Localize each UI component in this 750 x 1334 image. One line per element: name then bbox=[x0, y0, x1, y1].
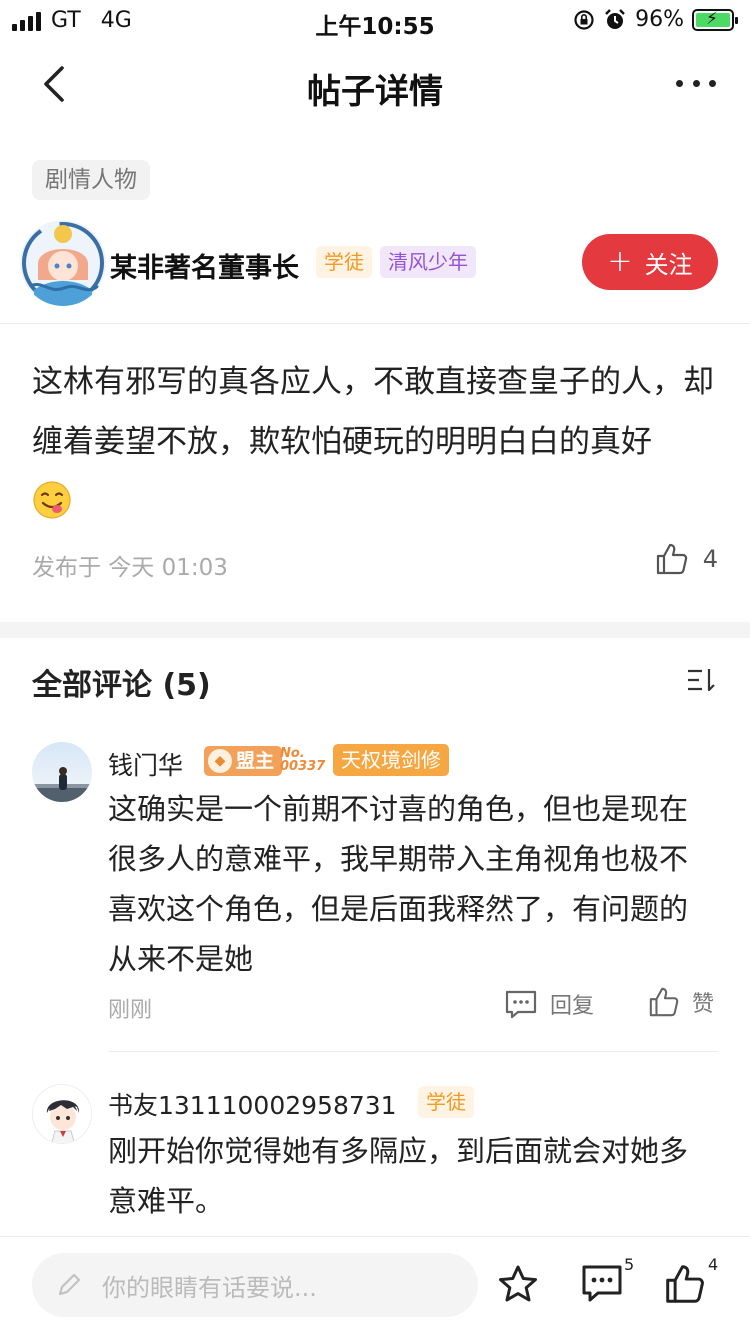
league-number: No. 00337 bbox=[280, 742, 325, 778]
like-count: 4 bbox=[708, 1255, 719, 1274]
title-badge: 清风少年 bbox=[380, 246, 476, 278]
reply-button[interactable]: 回复 bbox=[504, 988, 594, 1020]
divider bbox=[0, 323, 750, 324]
reply-label: 回复 bbox=[550, 994, 595, 1019]
comments-count: 5 bbox=[624, 1255, 635, 1274]
battery-icon: ⚡ bbox=[692, 8, 738, 31]
post-content: 这林有邪写的真各应人，不敢直接查皇子的人，却缠着姜望不放，欺软怕硬玩的明明白白的… bbox=[32, 352, 722, 540]
plus-icon: + bbox=[607, 244, 633, 279]
commenter-name[interactable]: 钱门华 bbox=[108, 746, 183, 782]
comment-icon bbox=[505, 990, 537, 1019]
sort-icon bbox=[688, 669, 715, 692]
commenter-avatar[interactable] bbox=[32, 742, 92, 802]
author-name[interactable]: 某非著名董事长 bbox=[110, 246, 299, 285]
more-dot-icon bbox=[709, 79, 716, 87]
comment-input[interactable]: 你的眼睛有话要说... bbox=[32, 1253, 478, 1317]
comment-like-label: 赞 bbox=[692, 992, 715, 1017]
league-badge-label: 盟主 bbox=[236, 750, 275, 772]
comment-input-placeholder: 你的眼睛有话要说... bbox=[102, 1273, 317, 1302]
realm-badge: 天权境剑修 bbox=[333, 744, 449, 776]
status-bar-right: 96% ⚡ bbox=[573, 7, 738, 32]
thumbs-up-icon bbox=[649, 987, 679, 1017]
more-dot-icon bbox=[692, 79, 700, 87]
pencil-icon bbox=[58, 1273, 81, 1296]
post-like-button[interactable]: 4 bbox=[655, 542, 718, 576]
comments-title: 全部评论 (5) bbox=[32, 668, 211, 703]
yum-emoji-icon bbox=[32, 480, 72, 540]
hexagon-icon: ◆ bbox=[208, 749, 232, 773]
comment-text: 这确实是一个前期不讨喜的角色，但也是现在很多人的意难平，我早期带入主角视角也极不… bbox=[108, 792, 689, 976]
back-button[interactable] bbox=[32, 60, 80, 108]
bottom-bar: 你的眼睛有话要说... 5 4 bbox=[0, 1236, 750, 1334]
follow-label: 关注 bbox=[644, 250, 693, 279]
level-badge: 学徒 bbox=[418, 1086, 474, 1118]
comments-button[interactable] bbox=[580, 1263, 624, 1307]
category-tag[interactable]: 剧情人物 bbox=[32, 160, 150, 200]
sort-button[interactable] bbox=[686, 666, 718, 694]
post-text: 这林有邪写的真各应人，不敢直接查皇子的人，却缠着姜望不放，欺软怕硬玩的明明白白的… bbox=[32, 364, 714, 460]
thumbs-up-icon bbox=[656, 543, 687, 575]
rotation-lock-icon bbox=[574, 9, 594, 30]
alarm-icon bbox=[605, 8, 625, 29]
chevron-left-icon bbox=[44, 66, 64, 102]
nav-bar: 帖子详情 bbox=[0, 44, 750, 124]
comment-divider bbox=[108, 1051, 718, 1052]
league-badge: ◆ 盟主 bbox=[204, 746, 283, 776]
page-title: 帖子详情 bbox=[307, 72, 443, 112]
post-like-count: 4 bbox=[702, 545, 718, 573]
like-button[interactable] bbox=[664, 1263, 706, 1309]
comment-text: 刚开始你觉得她有多隔应，到后面就会对她多意难平。 bbox=[108, 1134, 689, 1218]
favorite-button[interactable] bbox=[496, 1263, 540, 1311]
author-row: 某非著名董事长 学徒 清风少年 + 关注 bbox=[20, 218, 720, 308]
more-dot-icon bbox=[676, 79, 683, 87]
thumbs-up-icon bbox=[666, 1265, 704, 1303]
post-publish-time: 发布于 今天 01:03 bbox=[32, 555, 228, 581]
section-separator bbox=[0, 622, 750, 638]
comment-time: 刚刚 bbox=[108, 998, 153, 1023]
more-button[interactable] bbox=[676, 68, 716, 98]
author-avatar[interactable] bbox=[20, 220, 106, 306]
commenter-avatar[interactable] bbox=[32, 1084, 92, 1144]
comment-icon bbox=[582, 1265, 622, 1302]
star-icon bbox=[499, 1265, 537, 1302]
status-bar: GT 4G 上午10:55 96% ⚡ bbox=[0, 0, 750, 40]
battery-percent: 96% bbox=[635, 7, 684, 32]
level-badge: 学徒 bbox=[316, 246, 372, 278]
commenter-name[interactable]: 书友131110002958731 bbox=[108, 1086, 397, 1122]
comment-like-button[interactable]: 赞 bbox=[648, 986, 714, 1018]
league-no-value: 00337 bbox=[280, 759, 326, 774]
follow-button[interactable]: + 关注 bbox=[582, 234, 718, 290]
